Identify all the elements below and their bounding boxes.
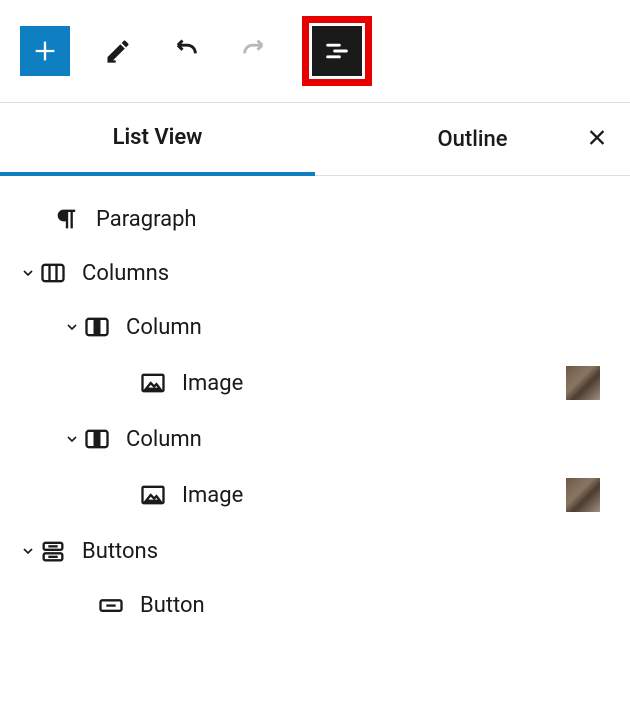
undo-button[interactable] — [166, 31, 206, 71]
outline-icon — [323, 37, 351, 65]
paragraph-icon — [52, 204, 82, 234]
image-thumbnail — [566, 478, 600, 512]
redo-button[interactable] — [234, 31, 274, 71]
image-icon — [138, 480, 168, 510]
tab-outline[interactable]: Outline — [315, 105, 630, 174]
buttons-icon — [38, 536, 68, 566]
pencil-icon — [104, 37, 132, 65]
editor-toolbar — [0, 0, 630, 103]
redo-icon — [240, 37, 268, 65]
tree-item-image[interactable]: Image — [10, 354, 620, 412]
chevron-down-icon[interactable] — [18, 265, 38, 281]
image-icon — [138, 368, 168, 398]
chevron-down-icon[interactable] — [62, 431, 82, 447]
column-icon — [82, 424, 112, 454]
tree-item-label: Button — [140, 593, 620, 618]
column-icon — [82, 312, 112, 342]
tree-item-buttons[interactable]: Buttons — [10, 524, 620, 578]
columns-icon — [38, 258, 68, 288]
tree-item-label: Paragraph — [96, 207, 620, 232]
tree-item-label: Columns — [82, 261, 620, 286]
close-panel-button[interactable] — [586, 127, 608, 152]
tree-item-image[interactable]: Image — [10, 466, 620, 524]
tree-item-label: Buttons — [82, 539, 620, 564]
chevron-down-icon[interactable] — [62, 319, 82, 335]
chevron-down-icon[interactable] — [18, 543, 38, 559]
button-icon — [96, 590, 126, 620]
tree-item-column[interactable]: Column — [10, 412, 620, 466]
edit-button[interactable] — [98, 31, 138, 71]
block-tree: Paragraph Columns Column Image Column Image Bu… — [0, 176, 630, 648]
image-thumbnail — [566, 366, 600, 400]
tab-list-view[interactable]: List View — [0, 103, 315, 176]
tree-item-paragraph[interactable]: Paragraph — [10, 192, 620, 246]
document-outline-button[interactable] — [312, 26, 362, 76]
tree-item-columns[interactable]: Columns — [10, 246, 620, 300]
tree-item-label: Column — [126, 315, 620, 340]
plus-icon — [31, 37, 59, 65]
tree-item-label: Column — [126, 427, 620, 452]
tree-item-label: Image — [182, 483, 566, 508]
close-icon — [586, 127, 608, 149]
tree-item-button[interactable]: Button — [10, 578, 620, 632]
highlight-annotation — [302, 16, 372, 86]
tree-item-column[interactable]: Column — [10, 300, 620, 354]
tree-item-label: Image — [182, 371, 566, 396]
add-block-button[interactable] — [20, 26, 70, 76]
panel-tabs: List View Outline — [0, 103, 630, 176]
undo-icon — [172, 37, 200, 65]
